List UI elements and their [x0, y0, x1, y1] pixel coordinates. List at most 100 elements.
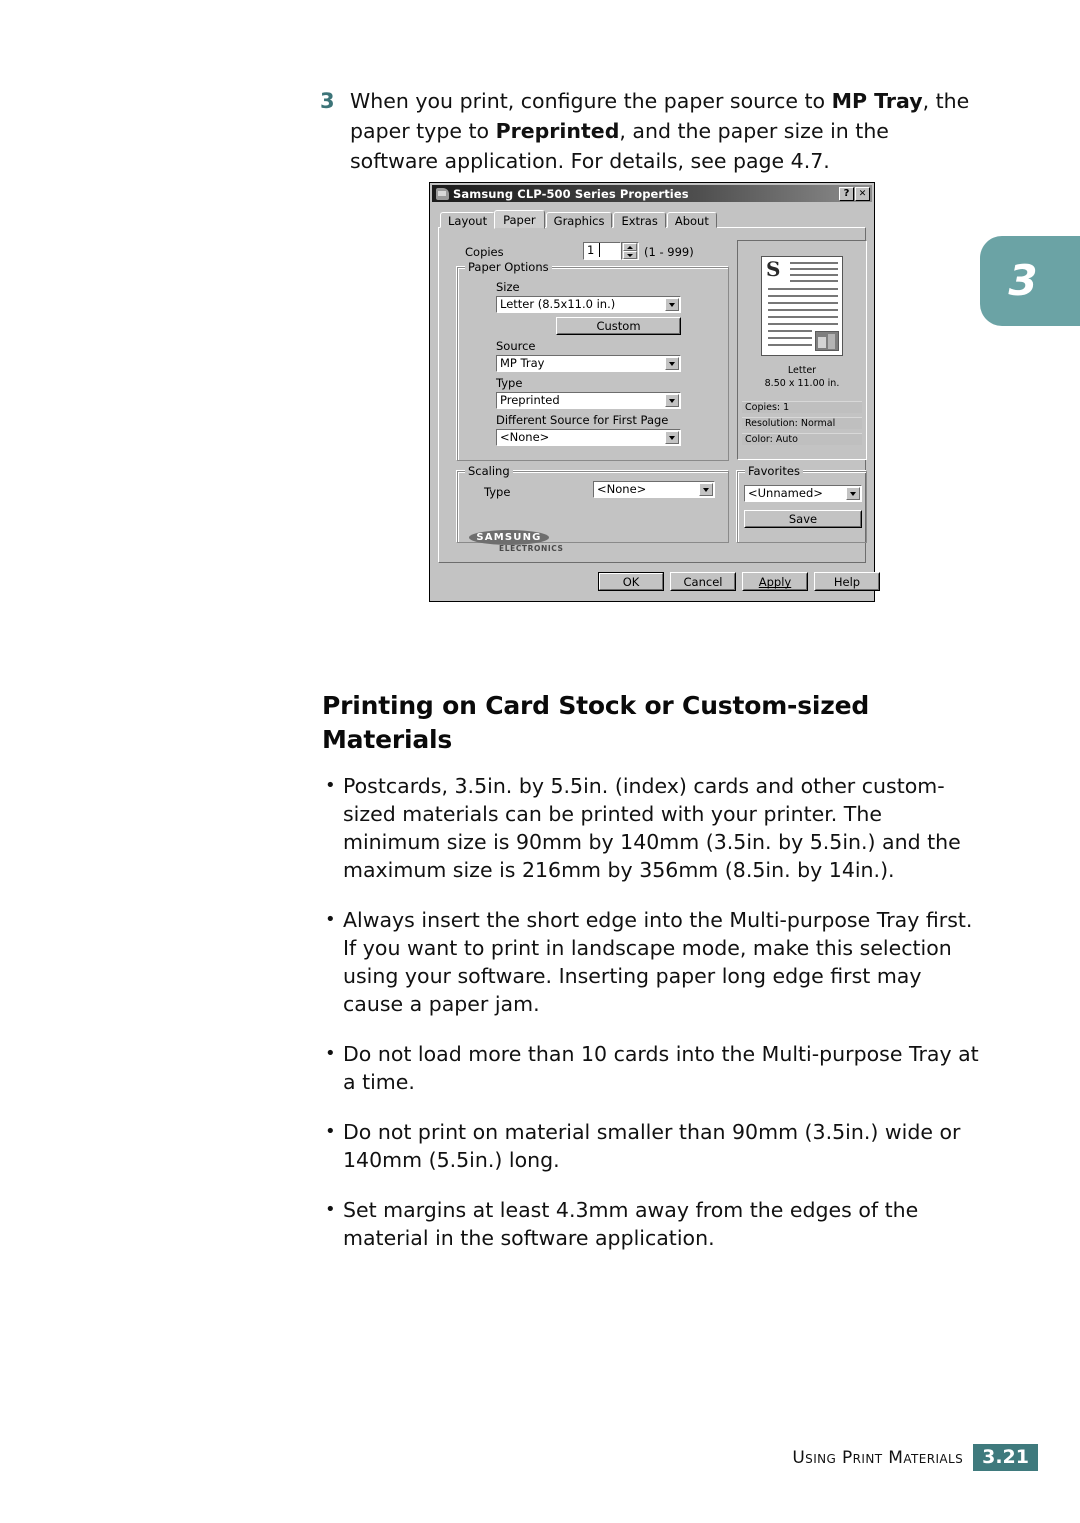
list-item-text: Do not load more than 10 cards into the …: [343, 1042, 979, 1094]
chevron-down-icon[interactable]: [665, 394, 679, 407]
type-label: Type: [496, 376, 523, 390]
scaling-type-value: <None>: [597, 482, 647, 496]
chevron-down-icon[interactable]: [699, 483, 713, 496]
favorites-value: <Unnamed>: [748, 486, 823, 500]
size-value: Letter (8.5x11.0 in.): [500, 297, 616, 311]
paper-options-group: Paper Options Size Letter (8.5x11.0 in.)…: [457, 260, 729, 461]
list-item-text: Always insert the short edge into the Mu…: [343, 908, 973, 1016]
tab-about[interactable]: About: [666, 212, 717, 228]
list-item-text: Set margins at least 4.3mm away from the…: [343, 1198, 919, 1250]
samsung-wordmark: SAMSUNG: [469, 530, 549, 545]
size-dropdown[interactable]: Letter (8.5x11.0 in.): [496, 296, 681, 313]
chevron-down-icon[interactable]: [846, 487, 860, 500]
print-preview-panel: S Letter 8.50 x 11.00 in. Copies: 1 Reso…: [737, 240, 867, 460]
chapter-tab-number: 3: [1008, 256, 1038, 305]
scaling-type-dropdown[interactable]: <None>: [593, 481, 715, 498]
cancel-button-label: Cancel: [683, 574, 723, 589]
apply-button-label: Apply: [758, 574, 792, 589]
list-item: • Always insert the short edge into the …: [322, 906, 982, 1018]
paper-options-group-title: Paper Options: [465, 260, 552, 274]
chevron-down-icon[interactable]: [665, 431, 679, 444]
bullet-list: • Postcards, 3.5in. by 5.5in. (index) ca…: [322, 772, 982, 1274]
dialog-tabstrip: Layout Paper Graphics Extras About: [440, 209, 718, 229]
cancel-button[interactable]: Cancel: [670, 572, 736, 591]
help-titlebar-button[interactable]: ?: [839, 186, 854, 201]
list-item-text: Do not print on material smaller than 90…: [343, 1120, 961, 1172]
footer-section-title: Using Print Materials: [792, 1447, 964, 1468]
samsung-logo: SAMSUNG ELECTRONICS: [469, 530, 589, 556]
preview-paper-dimensions: 8.50 x 11.00 in.: [764, 378, 840, 389]
step-bold-preprinted: Preprinted: [495, 119, 620, 143]
bullet-marker: •: [325, 775, 336, 796]
step-text: When you print, configure the paper sour…: [350, 86, 980, 176]
first-page-source-dropdown[interactable]: <None>: [496, 429, 681, 446]
custom-button-label: Custom: [596, 319, 641, 333]
source-label: Source: [496, 339, 536, 353]
list-item: • Set margins at least 4.3mm away from t…: [322, 1196, 982, 1252]
save-favorite-button[interactable]: Save: [744, 510, 862, 528]
page-footer: Using Print Materials 3.21: [0, 1444, 1038, 1471]
scaling-group-title: Scaling: [465, 464, 513, 478]
copies-input[interactable]: 1: [583, 242, 621, 260]
favorites-group: Favorites <Unnamed> Save: [737, 464, 867, 543]
preview-paper-name: Letter: [787, 365, 817, 376]
dialog-body: Layout Paper Graphics Extras About Copie…: [432, 204, 880, 599]
apply-button[interactable]: Apply: [742, 572, 808, 591]
section-heading: Printing on Card Stock or Custom-sized M…: [322, 690, 870, 754]
tab-layout[interactable]: Layout: [440, 212, 496, 228]
page-thumbnail: S: [761, 256, 843, 356]
copies-stepper-down[interactable]: [623, 251, 637, 259]
preview-info-color: Color: Auto: [742, 433, 862, 445]
chapter-tab: 3: [980, 236, 1080, 326]
step-bold-mp-tray: MP Tray: [831, 89, 923, 113]
chevron-down-icon[interactable]: [665, 298, 679, 311]
dialog-button-bar: OK Cancel Apply Help: [438, 570, 880, 595]
source-value: MP Tray: [500, 356, 545, 370]
help-button[interactable]: Help: [814, 572, 880, 591]
ok-button[interactable]: OK: [598, 572, 664, 591]
page-number: 3.21: [973, 1444, 1038, 1471]
scaling-type-label: Type: [484, 485, 511, 499]
bullet-marker: •: [325, 1199, 336, 1220]
copies-stepper[interactable]: [621, 242, 639, 260]
paper-tab-panel: Copies 1 (1 - 999) Paper Options Size Le…: [438, 227, 867, 563]
preview-info-resolution: Resolution: Normal: [742, 417, 862, 429]
size-label: Size: [496, 280, 520, 294]
copies-label: Copies: [465, 245, 504, 259]
save-favorite-label: Save: [788, 512, 818, 526]
tab-extras[interactable]: Extras: [613, 212, 666, 228]
samsung-electronics-text: ELECTRONICS: [499, 544, 564, 553]
dialog-title: Samsung CLP-500 Series Properties: [453, 186, 689, 201]
list-item: • Do not load more than 10 cards into th…: [322, 1040, 982, 1096]
type-value: Preprinted: [500, 393, 560, 407]
copies-range-hint: (1 - 999): [644, 245, 694, 259]
tab-paper[interactable]: Paper: [494, 210, 545, 229]
custom-button[interactable]: Custom: [556, 317, 681, 335]
step-number: 3: [320, 89, 335, 113]
favorites-dropdown[interactable]: <Unnamed>: [744, 485, 862, 502]
type-dropdown[interactable]: Preprinted: [496, 392, 681, 409]
printer-icon: [436, 187, 449, 200]
copies-stepper-up[interactable]: [623, 243, 637, 251]
tab-graphics[interactable]: Graphics: [545, 212, 613, 228]
bullet-marker: •: [325, 909, 336, 930]
step-text-part1: When you print, configure the paper sour…: [350, 89, 832, 113]
list-item: • Do not print on material smaller than …: [322, 1118, 982, 1174]
bullet-marker: •: [325, 1121, 336, 1142]
bullet-marker: •: [325, 1043, 336, 1064]
list-item-text: Postcards, 3.5in. by 5.5in. (index) card…: [343, 774, 961, 882]
source-dropdown[interactable]: MP Tray: [496, 355, 681, 372]
numbered-step-3: 3 When you print, configure the paper so…: [320, 86, 980, 176]
first-page-source-value: <None>: [500, 430, 550, 444]
favorites-group-title: Favorites: [745, 464, 803, 478]
close-icon[interactable]: ✕: [855, 186, 870, 201]
preview-info-copies: Copies: 1: [742, 401, 862, 413]
first-page-source-label: Different Source for First Page: [496, 413, 669, 427]
thumbnail-image-block: [815, 331, 839, 351]
chevron-down-icon[interactable]: [665, 357, 679, 370]
copies-value: 1: [587, 243, 595, 257]
ok-button-label: OK: [622, 574, 640, 589]
printer-properties-dialog: Samsung CLP-500 Series Properties ? ✕ La…: [429, 182, 880, 602]
list-item: • Postcards, 3.5in. by 5.5in. (index) ca…: [322, 772, 982, 884]
thumbnail-dropcap: S: [766, 257, 781, 281]
